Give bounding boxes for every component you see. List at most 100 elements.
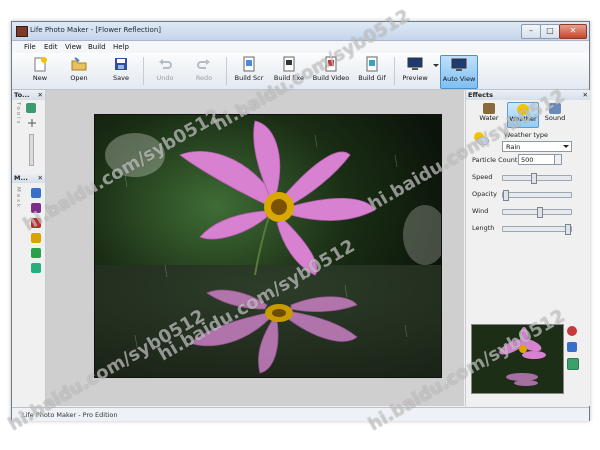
build-screensaver-icon (243, 56, 255, 72)
open-button[interactable]: Open (65, 55, 93, 87)
masks-vertical-label: Mask (15, 187, 21, 210)
effects-panel-header: Effects ✕ (466, 91, 590, 100)
monitor-icon (407, 57, 423, 70)
auto-view-monitor-icon (451, 58, 467, 71)
wind-slider[interactable] (502, 207, 572, 218)
chevron-down-icon (433, 64, 439, 67)
mask-3-icon[interactable] (31, 218, 41, 228)
toolbar-separator (143, 57, 144, 85)
masks-panel-title: M... (14, 174, 28, 182)
build-scr-button[interactable]: Build Scr (231, 55, 267, 87)
particle-count-label: Particle Count (472, 156, 518, 164)
build-gif-label: Build Gif (358, 74, 386, 82)
flower-image (95, 115, 441, 377)
close-button[interactable]: ✕ (559, 24, 587, 39)
redo-icon (197, 59, 210, 69)
redo-label: Redo (195, 74, 213, 82)
tab-weather-label: Weather (509, 115, 537, 123)
speed-slider-thumb[interactable] (530, 173, 537, 184)
minimize-button[interactable]: – (521, 24, 541, 39)
redo-button[interactable]: Redo (190, 55, 218, 87)
undo-button[interactable]: Undo (151, 55, 179, 87)
status-text: Life Photo Maker - Pro Edition (22, 411, 118, 419)
speed-label: Speed (472, 173, 493, 181)
mask-2-icon[interactable] (31, 203, 41, 213)
thumbnail-flower-image (472, 325, 563, 393)
opacity-slider[interactable] (502, 190, 572, 201)
brush-tool-icon[interactable] (26, 103, 36, 113)
opacity-slider-thumb[interactable] (503, 190, 509, 201)
menu-file[interactable]: File (24, 43, 36, 51)
status-bar: Life Photo Maker - Pro Edition (12, 407, 589, 421)
left-panel: To... ✕ Tools M... ✕ Mask (12, 90, 46, 406)
build-scr-label: Build Scr (234, 74, 264, 82)
wind-label: Wind (472, 207, 489, 215)
length-slider[interactable] (502, 224, 572, 235)
new-label: New (32, 74, 48, 82)
opacity-label: Opacity (472, 190, 498, 198)
tab-weather[interactable]: Weather (507, 102, 539, 128)
mask-5-icon[interactable] (31, 248, 41, 258)
build-video-button[interactable]: Build Video (309, 55, 353, 87)
masks-panel-header: M... ✕ (12, 174, 45, 183)
effects-panel-close[interactable]: ✕ (583, 91, 588, 100)
build-exe-icon (283, 56, 295, 72)
masks-panel-close[interactable]: ✕ (38, 174, 43, 183)
effects-title: Effects (468, 91, 493, 99)
menu-edit[interactable]: Edit (44, 43, 58, 51)
length-slider-thumb[interactable] (565, 224, 571, 235)
move-tool-icon[interactable] (27, 119, 37, 127)
application-window: Life Photo Maker - [Flower Reflection] –… (11, 21, 590, 421)
new-button[interactable]: New (26, 55, 54, 87)
new-file-icon (34, 57, 47, 72)
tools-vertical-label: Tools (15, 102, 21, 126)
weather-cloud-sun-icon (474, 132, 490, 146)
toolbar-separator (226, 57, 227, 85)
undo-label: Undo (156, 74, 174, 82)
preview-label: Preview (402, 74, 428, 82)
mask-4-icon[interactable] (31, 233, 41, 243)
preview-dropdown[interactable] (433, 55, 439, 87)
zoom-icon[interactable] (567, 358, 579, 370)
water-icon (483, 103, 495, 114)
toolbar-separator (394, 57, 395, 85)
preview-thumbnail[interactable] (471, 324, 564, 394)
tools-panel-header: To... ✕ (12, 91, 45, 100)
menu-build[interactable]: Build (88, 43, 106, 51)
open-label: Open (70, 74, 88, 82)
tab-sound[interactable]: Sound (540, 102, 570, 126)
tab-water[interactable]: Water (474, 102, 504, 126)
mask-6-icon[interactable] (31, 263, 41, 273)
record-icon[interactable] (567, 326, 577, 336)
maximize-button[interactable]: □ (540, 24, 560, 39)
speed-slider[interactable] (502, 173, 572, 184)
tools-panel-title: To... (14, 91, 30, 99)
particle-count-input[interactable]: 500 (518, 154, 556, 165)
tools-panel-close[interactable]: ✕ (38, 91, 43, 100)
flower-reflection-image (94, 114, 442, 378)
build-exe-button[interactable]: Build Exe (271, 55, 307, 87)
build-gif-button[interactable]: Build Gif (354, 55, 390, 87)
wind-slider-thumb[interactable] (537, 207, 544, 218)
tool-size-slider[interactable] (29, 134, 34, 166)
preview-button[interactable]: Preview (398, 55, 432, 87)
toolbar: New Open Save Undo Redo Build Scr Build … (12, 53, 589, 90)
image-icon[interactable] (567, 342, 577, 352)
sound-speaker-icon (549, 103, 561, 114)
menu-view[interactable]: View (65, 43, 82, 51)
effects-panel: Effects ✕ Water Weather Sound Weather ty… (465, 90, 590, 406)
undo-icon (159, 59, 172, 69)
save-disk-icon (115, 58, 127, 70)
save-button[interactable]: Save (107, 55, 135, 87)
tab-water-label: Water (479, 114, 499, 122)
particle-count-stepper[interactable] (554, 154, 562, 165)
auto-view-button[interactable]: Auto View (440, 55, 478, 89)
weather-type-label: Weather type (504, 131, 548, 139)
mask-1-icon[interactable] (31, 188, 41, 198)
menu-help[interactable]: Help (113, 43, 129, 51)
weather-type-select[interactable]: Rain (502, 141, 572, 152)
length-label: Length (472, 224, 495, 232)
canvas-area[interactable] (46, 90, 464, 406)
app-icon (16, 26, 28, 37)
title-bar: Life Photo Maker - [Flower Reflection] –… (12, 22, 589, 41)
